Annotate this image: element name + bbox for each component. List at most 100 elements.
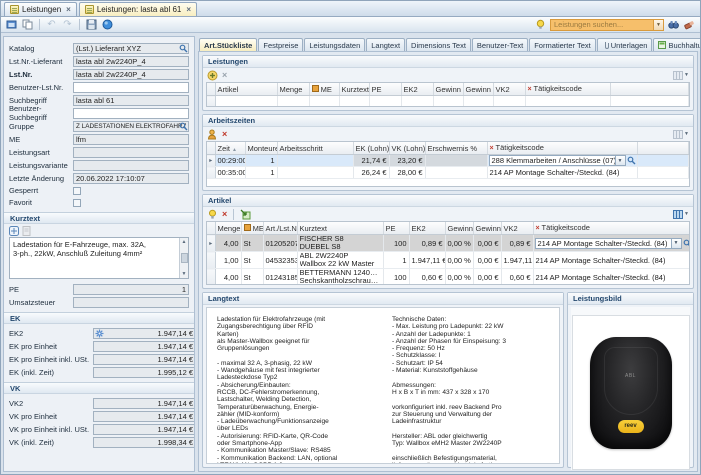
lookup-icon[interactable] [627, 156, 636, 165]
col-kurztext[interactable]: Kurztext [339, 83, 369, 96]
chevron-down-icon[interactable]: ▼ [684, 131, 689, 137]
suchbegriff-input[interactable] [73, 95, 189, 106]
column-chooser-icon[interactable] [673, 130, 683, 139]
chevron-down-icon[interactable]: ▼ [684, 72, 689, 78]
scroll-down-icon[interactable]: ▼ [182, 271, 187, 277]
table-row[interactable]: ▸ 00:29:00 1 21,74 € 23,20 € 288 Klemmar… [207, 155, 689, 167]
col-vk-lohn[interactable]: VK (Lohn) [389, 142, 425, 155]
hint-lightbulb-icon[interactable] [534, 18, 547, 31]
col-pe[interactable]: PE [369, 83, 401, 96]
col-art-lstnr[interactable]: Art./Lst.Nr. [263, 222, 297, 235]
ek-pro-einheit-input[interactable] [93, 341, 195, 352]
column-chooser-icon[interactable] [673, 71, 683, 80]
table-row[interactable]: ▸ 4,00 St 01205207 FISCHER S8 DUEBEL S8 … [207, 235, 690, 252]
vk-pro-einheit-ust-input[interactable] [93, 424, 195, 435]
lookup-icon[interactable] [683, 239, 691, 248]
delete-leistung-icon[interactable]: × [222, 71, 227, 80]
tab-leistungsdaten[interactable]: Leistungsdaten [304, 38, 365, 51]
table-row[interactable]: 00:35:00 1 26,24 € 28,00 € 214 AP Montag… [207, 167, 689, 179]
refresh-icon[interactable] [101, 18, 114, 31]
lstnr-input[interactable] [73, 69, 189, 80]
save-button[interactable] [85, 18, 98, 31]
close-icon[interactable]: × [66, 6, 71, 14]
gesperrt-checkbox[interactable] [73, 187, 81, 195]
leistungsvariante-input[interactable] [73, 160, 189, 171]
taetigkeitscode-combo[interactable]: 288 Klemmarbeiten / Anschlüsse (07) ▼ [489, 155, 636, 166]
col-gewinn-pct[interactable]: Gewinn % [445, 222, 473, 235]
ek-inkl-zeit-input[interactable] [93, 367, 195, 378]
close-icon[interactable]: × [186, 6, 191, 14]
lookup-icon[interactable] [178, 44, 188, 53]
col-ek2[interactable]: EK2 [401, 83, 433, 96]
vk-inkl-zeit-input[interactable] [93, 437, 195, 448]
dropdown-icon[interactable]: ▼ [616, 155, 626, 166]
col-taetigkeitscode[interactable]: × Tätigkeitscode [487, 142, 637, 155]
scroll-up-icon[interactable]: ▲ [182, 239, 187, 245]
lookup-icon[interactable] [178, 122, 188, 131]
add-worker-icon[interactable] [207, 129, 218, 140]
taetigkeitscode-combo[interactable]: 214 AP Montage Schalter-/Steckd. (84) ▼ [535, 238, 691, 249]
add-leistung-icon[interactable] [207, 70, 218, 81]
vk2-input[interactable] [93, 398, 195, 409]
col-gewinn[interactable]: Gewinn [473, 222, 501, 235]
edit-text-icon[interactable] [22, 226, 31, 236]
col-ek2[interactable]: EK2 [409, 222, 445, 235]
translate-icon[interactable] [9, 226, 19, 236]
katalog-input[interactable] [73, 43, 189, 54]
col-arbeitsschritt[interactable]: Arbeitsschritt [277, 142, 353, 155]
table-row[interactable]: 4,00 St 01243185 BETTERMANN 12400 6x60 G… [207, 269, 690, 286]
tab-unterlagen[interactable]: Unterlagen [597, 38, 653, 51]
empty-row[interactable] [207, 96, 689, 108]
search-dropdown-icon[interactable]: ▼ [654, 19, 664, 31]
kurztext-value[interactable]: Ladestation für E-Fahrzeuge, max. 32A, 3… [10, 238, 179, 278]
chevron-down-icon[interactable]: ▼ [684, 211, 689, 217]
me-input[interactable] [73, 134, 189, 145]
column-chooser-icon[interactable] [673, 210, 683, 219]
kurztext-scrollbar[interactable]: ▲ ▼ [179, 238, 188, 278]
tab-dimensions-text[interactable]: Dimensions Text [406, 38, 471, 51]
window-view-button[interactable] [5, 18, 18, 31]
delete-artikel-icon[interactable]: × [222, 210, 227, 219]
tab-leistungen-lasta-abl-61[interactable]: Leistungen: lasta abl 61 × [79, 2, 197, 16]
col-gewinn[interactable]: Gewinn [463, 83, 493, 96]
gruppe-input[interactable] [73, 121, 189, 132]
kurztext-editor[interactable]: Ladestation für E-Fahrzeuge, max. 32A, 3… [9, 237, 189, 279]
gear-icon[interactable] [94, 329, 104, 338]
clear-search-eraser-icon[interactable] [683, 18, 696, 31]
binoculars-search-icon[interactable] [667, 18, 680, 31]
benutzer-lstnr-input[interactable] [73, 82, 189, 93]
col-monteure[interactable]: Monteure [245, 142, 277, 155]
benutzer-suchbegriff-input[interactable] [73, 108, 189, 119]
dropdown-icon[interactable]: ▼ [672, 238, 682, 249]
pe-input[interactable] [73, 284, 189, 295]
col-zeit[interactable]: Zeit▲ [215, 142, 245, 155]
search-input[interactable] [550, 19, 654, 31]
col-taetigkeitscode[interactable]: × Tätigkeitscode [525, 83, 610, 96]
col-erschwernis[interactable]: Erschwernis % [425, 142, 487, 155]
add-artikel-icon[interactable] [207, 209, 218, 220]
col-vk2[interactable]: VK2 [493, 83, 525, 96]
favorit-checkbox[interactable] [73, 199, 81, 207]
redo-icon[interactable]: ↷ [61, 18, 74, 31]
undo-icon[interactable]: ↶ [45, 18, 58, 31]
tab-langtext[interactable]: Langtext [366, 38, 405, 51]
col-vk2[interactable]: VK2 [501, 222, 533, 235]
copy-button[interactable] [21, 18, 34, 31]
leistungsart-input[interactable] [73, 147, 189, 158]
delete-arbeitszeit-icon[interactable]: × [222, 130, 227, 139]
table-row[interactable]: 1,00 St 04532353 ABL 2W2240P Wallbox 22 … [207, 252, 690, 269]
col-artikel[interactable]: Artikel [215, 83, 277, 96]
umsatzsteuer-input[interactable] [73, 297, 189, 308]
langtext-editor[interactable]: Ladestation für Elektrofahrzeuge (mit Zu… [206, 307, 560, 464]
tab-leistungen[interactable]: Leistungen × [4, 2, 77, 16]
tab-buchhaltungskonten[interactable]: Buchhaltungskonten [653, 38, 701, 51]
import-artikel-icon[interactable] [240, 209, 251, 220]
vk-pro-einheit-input[interactable] [93, 411, 195, 422]
col-menge[interactable]: Menge [215, 222, 241, 235]
product-image-frame[interactable]: ABL reev [572, 315, 690, 470]
col-me[interactable]: ME [309, 83, 339, 96]
letzte-aenderung-input[interactable] [73, 173, 189, 184]
tab-benutzer-text[interactable]: Benutzer-Text [472, 38, 528, 51]
col-taetigkeitscode[interactable]: × Tätigkeitscode [533, 222, 690, 235]
col-pe[interactable]: PE [383, 222, 409, 235]
